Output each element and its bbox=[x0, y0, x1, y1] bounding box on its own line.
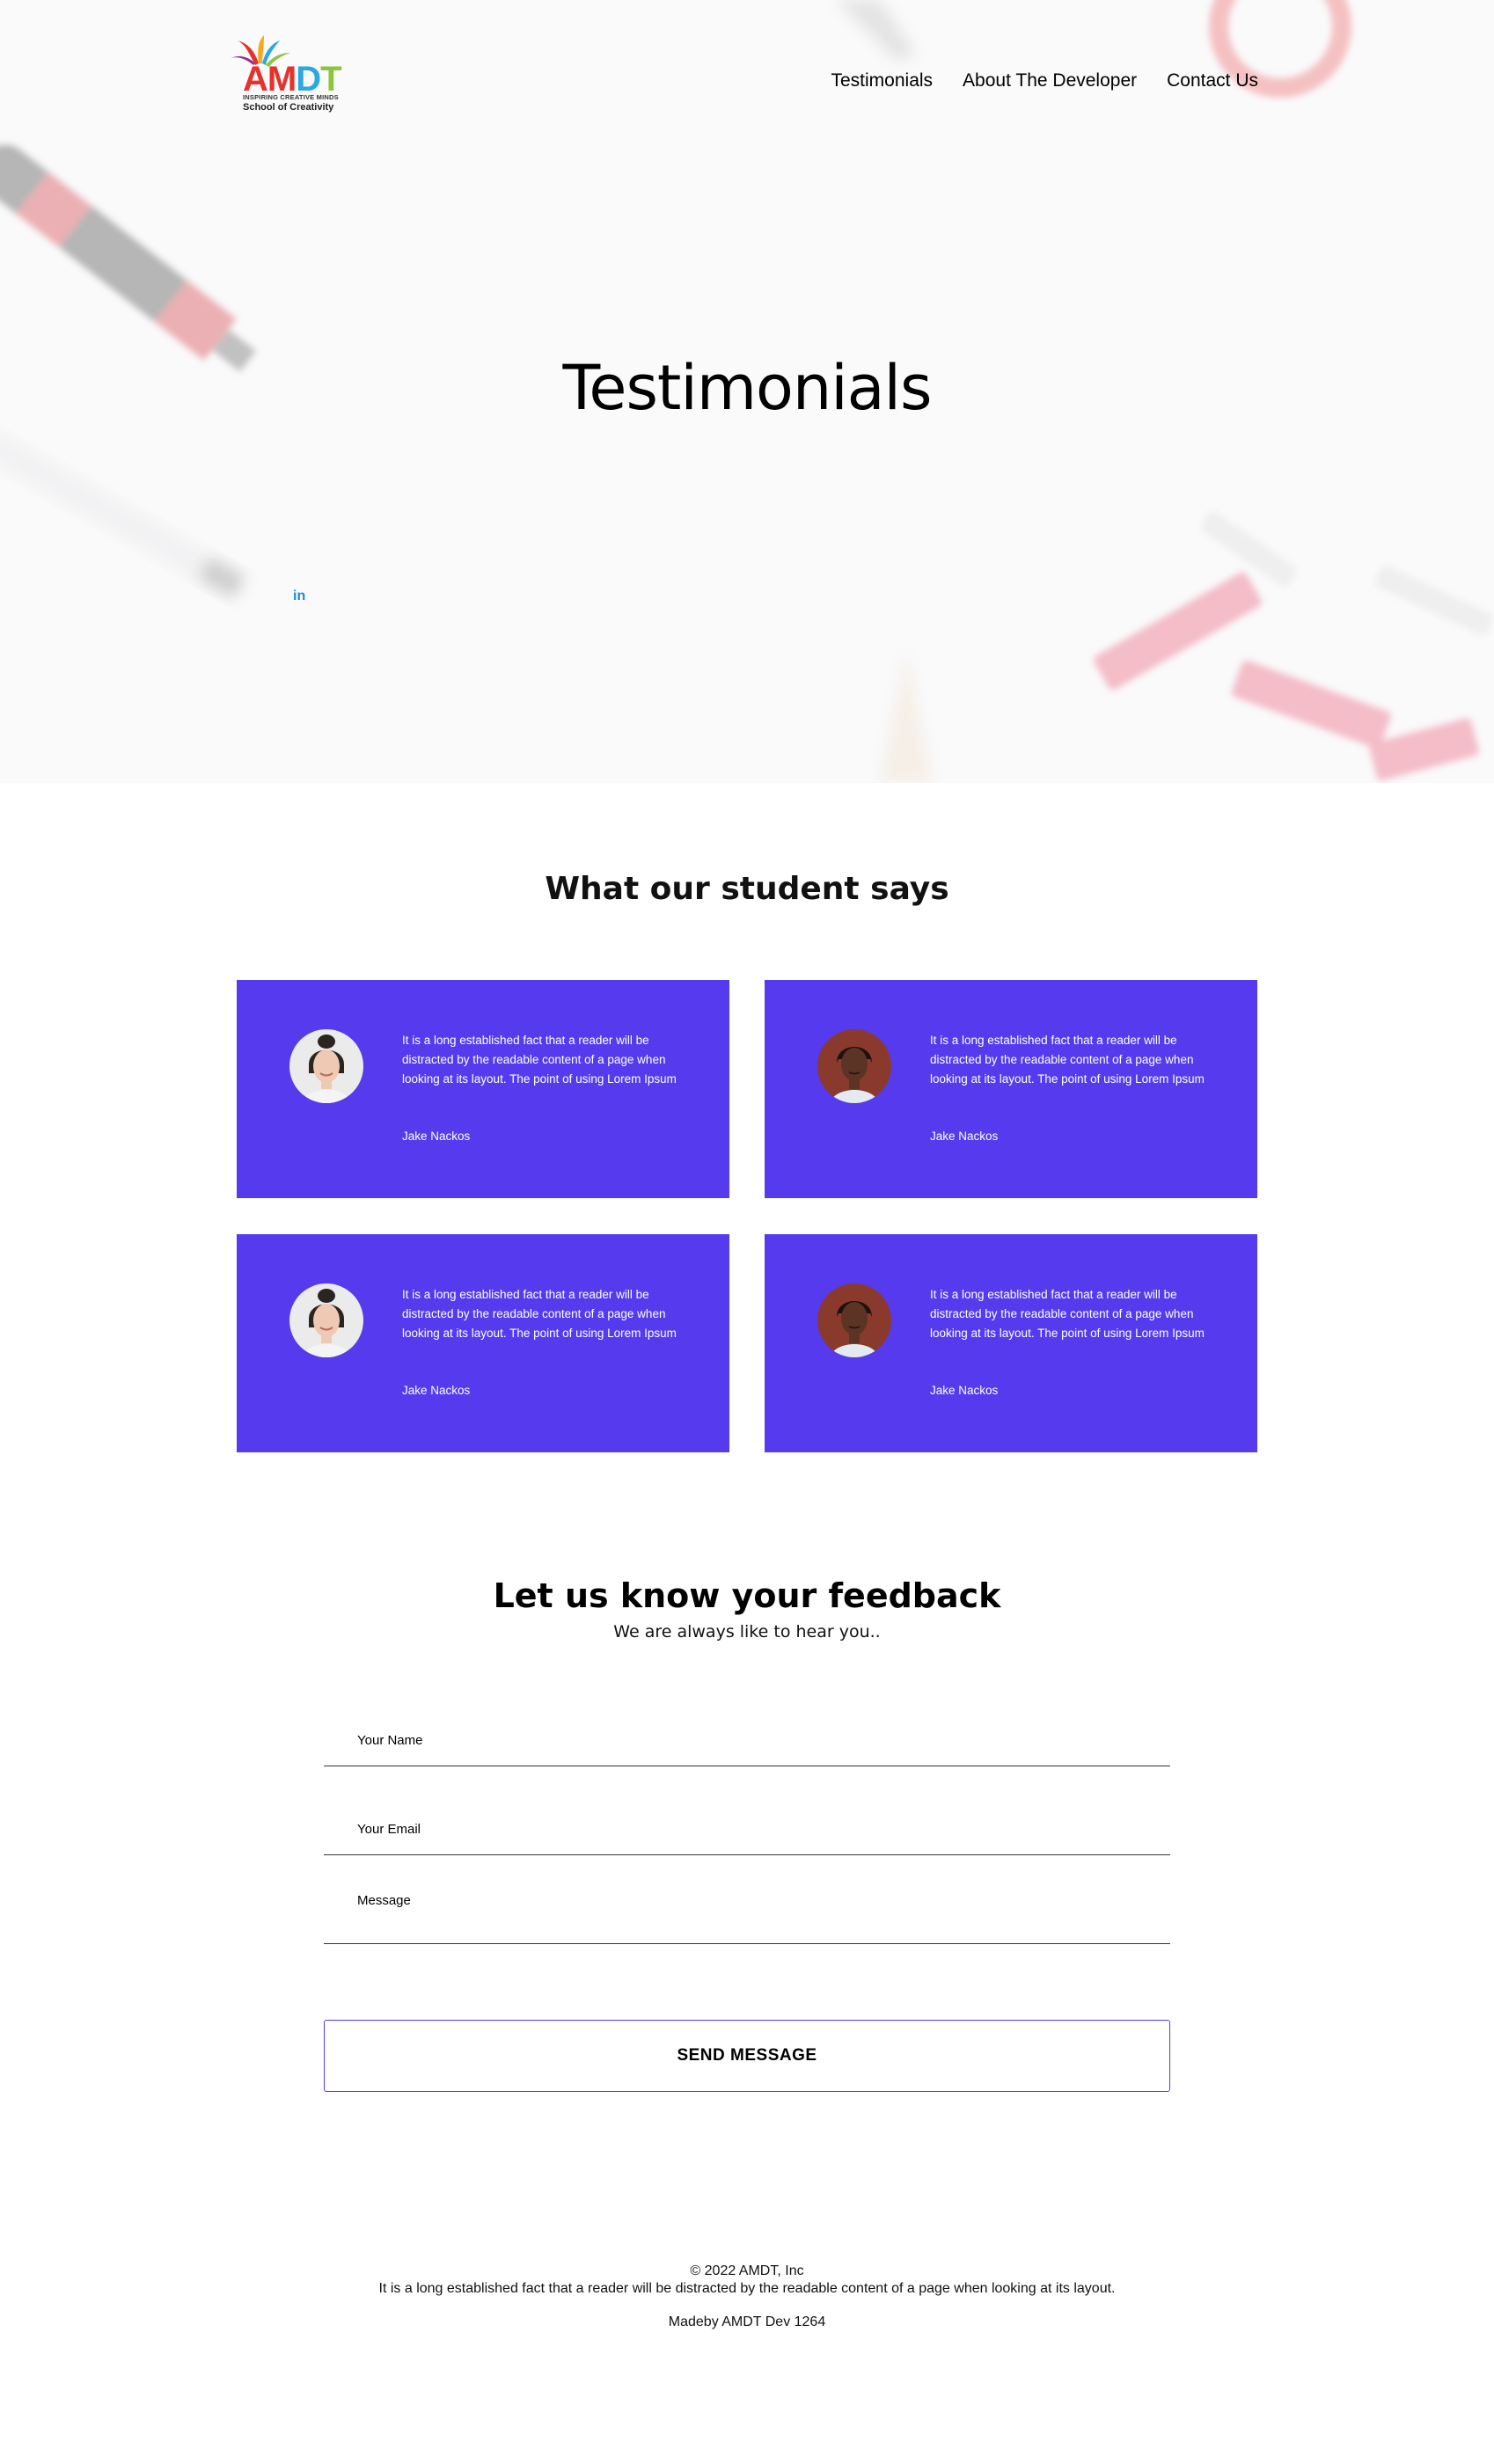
woman-dark-avatar bbox=[817, 1283, 891, 1357]
linkedin-icon[interactable]: in bbox=[293, 589, 305, 604]
footer-copyright: © 2022 AMDT, Inc bbox=[690, 2263, 804, 2278]
testimonial-author: Jake Nackos bbox=[930, 1384, 999, 1397]
email-field bbox=[324, 1794, 1170, 1855]
footer: © 2022 AMDT, Inc It is a long establishe… bbox=[0, 2263, 1494, 2331]
send-message-button[interactable]: SEND MESSAGE bbox=[324, 2020, 1170, 2092]
testimonial-card: It is a long established fact that a rea… bbox=[237, 980, 729, 1198]
message-input[interactable] bbox=[324, 1883, 1170, 1943]
email-input[interactable] bbox=[324, 1794, 1170, 1854]
testimonial-quote: It is a long established fact that a rea… bbox=[930, 1034, 1205, 1086]
testimonial-quote: It is a long established fact that a rea… bbox=[930, 1288, 1205, 1340]
testimonial-card: It is a long established fact that a rea… bbox=[237, 1234, 729, 1452]
hero-section: AMDT INSPIRING CREATIVE MINDS School of … bbox=[0, 0, 1494, 783]
testimonial-author: Jake Nackos bbox=[930, 1130, 999, 1143]
nav-link-testimonials[interactable]: Testimonials bbox=[831, 70, 934, 91]
woman-light-avatar bbox=[289, 1283, 363, 1357]
logo-subtitle: School of Creativity bbox=[243, 102, 334, 113]
testimonial-card: It is a long established fact that a rea… bbox=[765, 1234, 1257, 1452]
logo-tagline: INSPIRING CREATIVE MINDS bbox=[243, 93, 339, 101]
nav-link-contact-us[interactable]: Contact Us bbox=[1167, 70, 1258, 91]
footer-description: It is a long established fact that a rea… bbox=[378, 2281, 1116, 2296]
amdt-logo[interactable]: AMDT INSPIRING CREATIVE MINDS School of … bbox=[229, 33, 343, 114]
testimonial-card: It is a long established fact that a rea… bbox=[765, 980, 1257, 1198]
woman-light-avatar bbox=[289, 1029, 363, 1103]
feedback-heading: Let us know your feedback bbox=[493, 1576, 1001, 1615]
testimonials-heading: What our student says bbox=[545, 871, 949, 907]
feedback-subtitle: We are always like to hear you.. bbox=[613, 1622, 881, 1641]
name-field bbox=[324, 1705, 1170, 1766]
woman-dark-avatar bbox=[817, 1029, 891, 1103]
testimonial-author: Jake Nackos bbox=[402, 1384, 471, 1397]
message-field bbox=[324, 1883, 1170, 1944]
testimonial-author: Jake Nackos bbox=[402, 1130, 471, 1143]
testimonial-quote: It is a long established fact that a rea… bbox=[402, 1288, 677, 1340]
page-title: Testimonials bbox=[562, 352, 933, 424]
nav-link-about-developer[interactable]: About The Developer bbox=[963, 70, 1137, 91]
main-nav: Testimonials About The Developer Contact… bbox=[831, 70, 1259, 91]
name-input[interactable] bbox=[324, 1705, 1170, 1766]
footer-made-by: Madeby AMDT Dev 1264 bbox=[668, 2314, 826, 2329]
testimonial-quote: It is a long established fact that a rea… bbox=[402, 1034, 677, 1086]
